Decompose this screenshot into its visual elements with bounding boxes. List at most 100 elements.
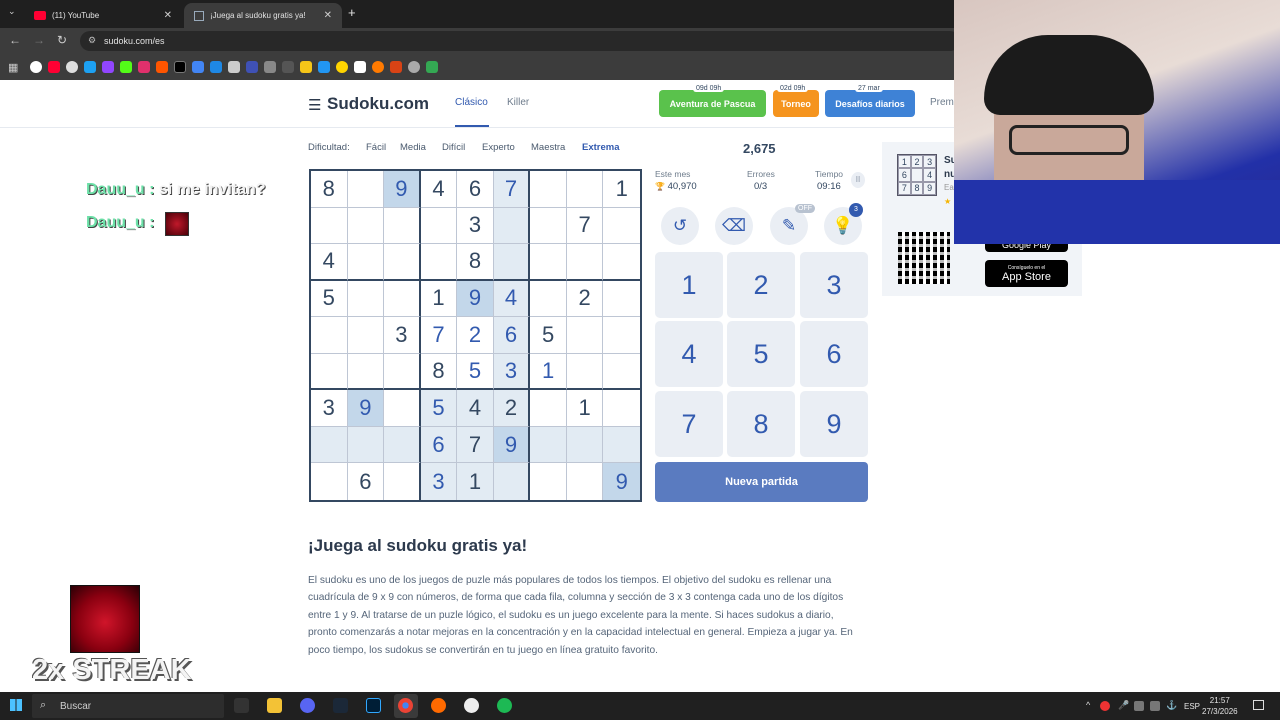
numpad-key-4[interactable]: 4 <box>655 321 723 387</box>
sudoku-cell[interactable] <box>347 171 385 208</box>
sudoku-cell[interactable] <box>566 171 604 208</box>
url-field[interactable]: ⚙ sudoku.com/es <box>80 31 960 51</box>
sudoku-cell[interactable] <box>566 317 604 354</box>
bookmark-icon[interactable] <box>354 61 367 73</box>
sudoku-cell[interactable] <box>603 317 640 354</box>
sudoku-cell[interactable] <box>530 207 567 245</box>
discord-icon[interactable] <box>300 698 315 713</box>
sudoku-cell[interactable]: 9 <box>603 463 640 500</box>
tray-clock[interactable]: 21:57 27/3/2026 <box>1202 695 1238 717</box>
sudoku-cell[interactable]: 4 <box>420 171 458 208</box>
bookmark-icon[interactable] <box>84 61 97 73</box>
apps-icon[interactable]: ▦ <box>8 61 18 74</box>
bookmark-icon[interactable] <box>300 61 313 73</box>
instagram-bookmark-icon[interactable] <box>138 61 151 73</box>
sudoku-cell[interactable]: 1 <box>457 463 494 500</box>
sudoku-cell[interactable] <box>311 353 348 391</box>
chrome-icon[interactable] <box>398 698 413 713</box>
sudoku-cell[interactable] <box>566 463 604 500</box>
difficulty-easy[interactable]: Fácil <box>366 142 386 153</box>
close-icon[interactable]: ✕ <box>324 10 332 21</box>
difficulty-expert[interactable]: Experto <box>482 142 515 153</box>
bookmark-icon[interactable] <box>408 61 421 73</box>
youtube-bookmark-icon[interactable] <box>48 61 61 73</box>
tray-language[interactable]: ESP <box>1184 702 1200 711</box>
bookmark-icon[interactable] <box>282 61 295 73</box>
tray-mic-icon[interactable]: 🎤 <box>1118 700 1129 711</box>
numpad-key-7[interactable]: 7 <box>655 391 723 457</box>
sudoku-cell[interactable] <box>530 171 567 208</box>
taskbar-app-icon[interactable] <box>234 698 249 713</box>
obs-icon[interactable] <box>464 698 479 713</box>
pause-icon[interactable]: II <box>851 172 865 188</box>
sudoku-cell[interactable]: 3 <box>493 353 531 391</box>
bookmark-icon[interactable] <box>372 61 385 73</box>
sudoku-cell[interactable]: 5 <box>420 390 458 427</box>
sudoku-cell[interactable] <box>530 280 567 318</box>
sudoku-cell[interactable] <box>347 207 385 245</box>
nav-killer[interactable]: Killer <box>507 97 529 108</box>
nav-premium[interactable]: Prem <box>930 97 954 108</box>
sudoku-cell[interactable] <box>311 463 348 500</box>
sudoku-cell[interactable] <box>311 317 348 354</box>
sudoku-cell[interactable] <box>603 353 640 391</box>
bookmark-icon[interactable] <box>246 61 259 73</box>
sudoku-cell[interactable] <box>347 244 385 281</box>
sudoku-cell[interactable]: 2 <box>566 280 604 318</box>
daily-challenges-button[interactable]: Desafíos diarios <box>825 90 915 117</box>
sudoku-cell[interactable]: 6 <box>493 317 531 354</box>
numpad-key-9[interactable]: 9 <box>800 391 868 457</box>
sudoku-cell[interactable]: 7 <box>457 426 494 464</box>
sudoku-cell[interactable]: 3 <box>384 317 421 354</box>
bookmark-icon[interactable] <box>210 61 223 73</box>
sudoku-cell[interactable] <box>420 207 458 245</box>
difficulty-extreme[interactable]: Extrema <box>582 142 620 153</box>
sudoku-cell[interactable] <box>566 353 604 391</box>
windows-start-icon[interactable] <box>10 699 22 711</box>
site-info-icon[interactable]: ⚙ <box>88 35 96 46</box>
sudoku-cell[interactable] <box>493 244 531 281</box>
sudoku-cell[interactable] <box>347 280 385 318</box>
sudoku-cell[interactable]: 9 <box>384 171 421 208</box>
steam-icon[interactable] <box>333 698 348 713</box>
sudoku-cell[interactable] <box>420 244 458 281</box>
sudoku-cell[interactable]: 7 <box>566 207 604 245</box>
spotify-icon[interactable] <box>497 698 512 713</box>
sudoku-cell[interactable]: 4 <box>457 390 494 427</box>
sudoku-cell[interactable] <box>384 426 421 464</box>
sudoku-cell[interactable]: 4 <box>311 244 348 281</box>
bookmark-icon[interactable] <box>228 61 241 73</box>
sudoku-cell[interactable] <box>603 426 640 464</box>
tab-sudoku[interactable]: ¡Juega al sudoku gratis ya! ✕ <box>184 3 342 28</box>
numpad-key-6[interactable]: 6 <box>800 321 868 387</box>
sudoku-cell[interactable]: 3 <box>311 390 348 427</box>
sudoku-cell[interactable] <box>530 463 567 500</box>
numpad-key-5[interactable]: 5 <box>727 321 795 387</box>
sudoku-cell[interactable]: 6 <box>420 426 458 464</box>
sudoku-cell[interactable]: 3 <box>420 463 458 500</box>
sudoku-cell[interactable] <box>566 426 604 464</box>
sudoku-cell[interactable] <box>347 317 385 354</box>
sudoku-cell[interactable]: 3 <box>457 207 494 245</box>
sudoku-cell[interactable] <box>311 426 348 464</box>
sudoku-cell[interactable]: 5 <box>311 280 348 318</box>
sudoku-cell[interactable] <box>530 390 567 427</box>
sudoku-cell[interactable] <box>603 390 640 427</box>
reload-icon[interactable]: ↻ <box>57 33 67 47</box>
undo-button[interactable]: ↺ <box>661 207 699 245</box>
forward-icon[interactable]: → <box>33 33 45 47</box>
brave-icon[interactable] <box>431 698 446 713</box>
menu-icon[interactable]: ☰ <box>308 96 321 114</box>
nav-classic[interactable]: Clásico <box>455 97 488 108</box>
tray-app-icon[interactable] <box>1134 701 1144 711</box>
close-icon[interactable]: ✕ <box>164 10 172 21</box>
kick-bookmark-icon[interactable] <box>120 61 133 73</box>
sudoku-cell[interactable] <box>384 207 421 245</box>
site-logo[interactable]: Sudoku.com <box>327 94 429 114</box>
bookmark-icon[interactable] <box>66 61 79 73</box>
bookmark-icon[interactable] <box>390 61 403 73</box>
difficulty-hard[interactable]: Difícil <box>442 142 465 153</box>
google-bookmark-icon[interactable] <box>30 61 43 73</box>
numpad-key-2[interactable]: 2 <box>727 252 795 318</box>
sudoku-cell[interactable] <box>384 244 421 281</box>
